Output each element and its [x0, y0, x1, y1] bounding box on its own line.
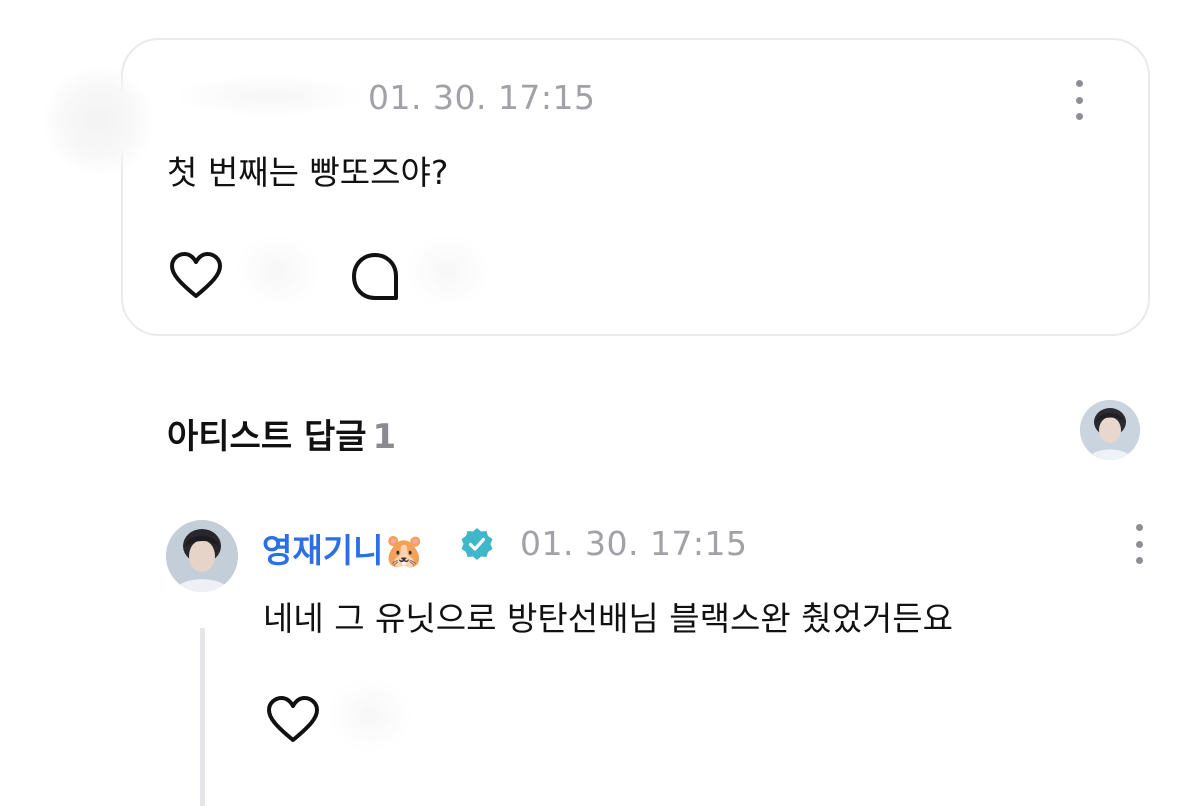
blurred-like-count	[238, 236, 318, 306]
verified-badge-icon	[461, 528, 493, 560]
reply-text: 네네 그 유닛으로 방탄선배님 블랙스완 췄었거든요	[263, 599, 954, 638]
like-heart-icon[interactable]	[169, 252, 223, 300]
artist-avatar-small[interactable]	[1080, 400, 1140, 460]
blurred-reply-like-count	[330, 680, 410, 750]
comment-text: 첫 번째는 빵또즈야?	[167, 153, 449, 192]
reply-more-options-icon[interactable]	[1131, 524, 1147, 564]
comment-bubble-icon[interactable]	[350, 252, 400, 302]
artist-avatar[interactable]	[166, 520, 238, 592]
comment-timestamp: 01. 30. 17:15	[368, 78, 596, 117]
reply-like-heart-icon[interactable]	[266, 696, 320, 744]
artist-replies-heading: 아티스트 답글 1	[167, 409, 396, 458]
artist-replies-title: 아티스트 답글	[167, 417, 367, 457]
artist-name[interactable]: 영재기니🐹	[262, 524, 425, 572]
artist-replies-count: 1	[372, 417, 397, 457]
blurred-avatar	[44, 66, 154, 176]
blurred-reply-count	[408, 236, 488, 306]
reply-thread-line	[200, 628, 205, 806]
more-options-icon[interactable]	[1071, 80, 1087, 120]
blurred-username	[180, 76, 360, 116]
reply-timestamp: 01. 30. 17:15	[520, 524, 748, 563]
